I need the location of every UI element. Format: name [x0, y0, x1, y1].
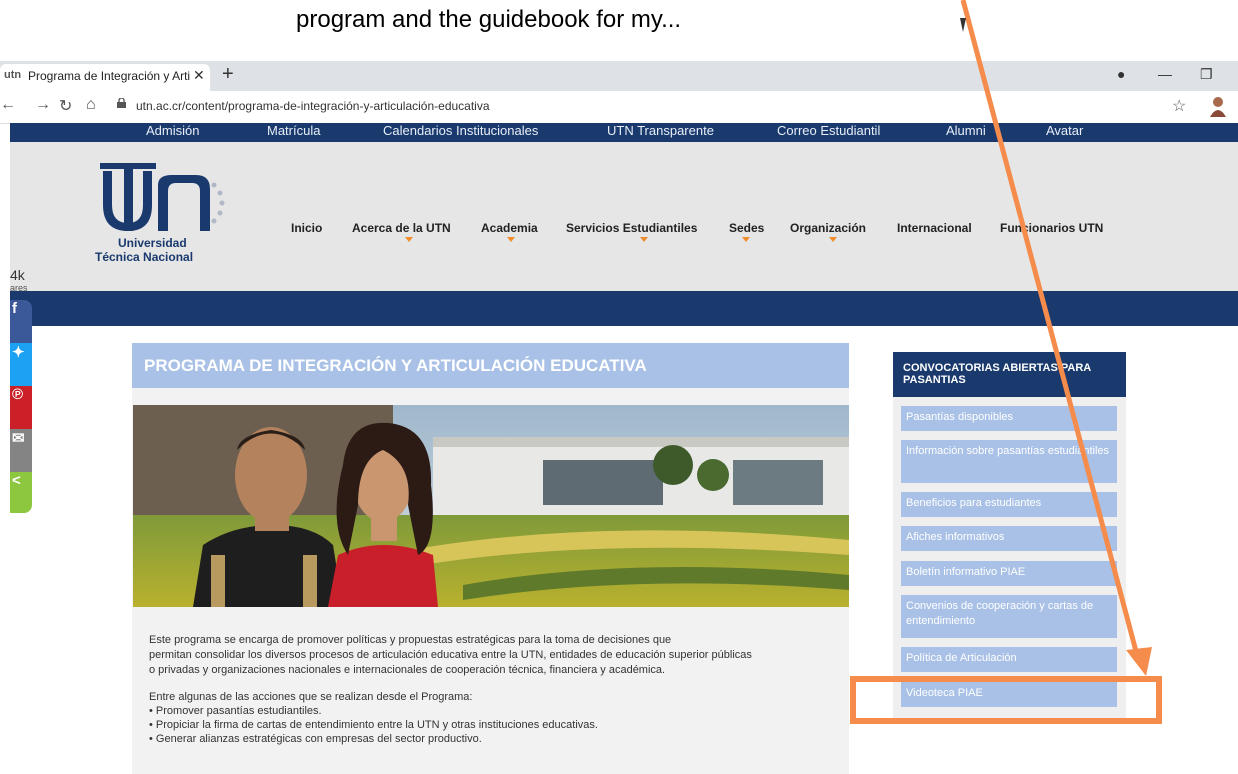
- annotation-arrow: [960, 0, 1152, 676]
- highlight-box: [850, 676, 1162, 724]
